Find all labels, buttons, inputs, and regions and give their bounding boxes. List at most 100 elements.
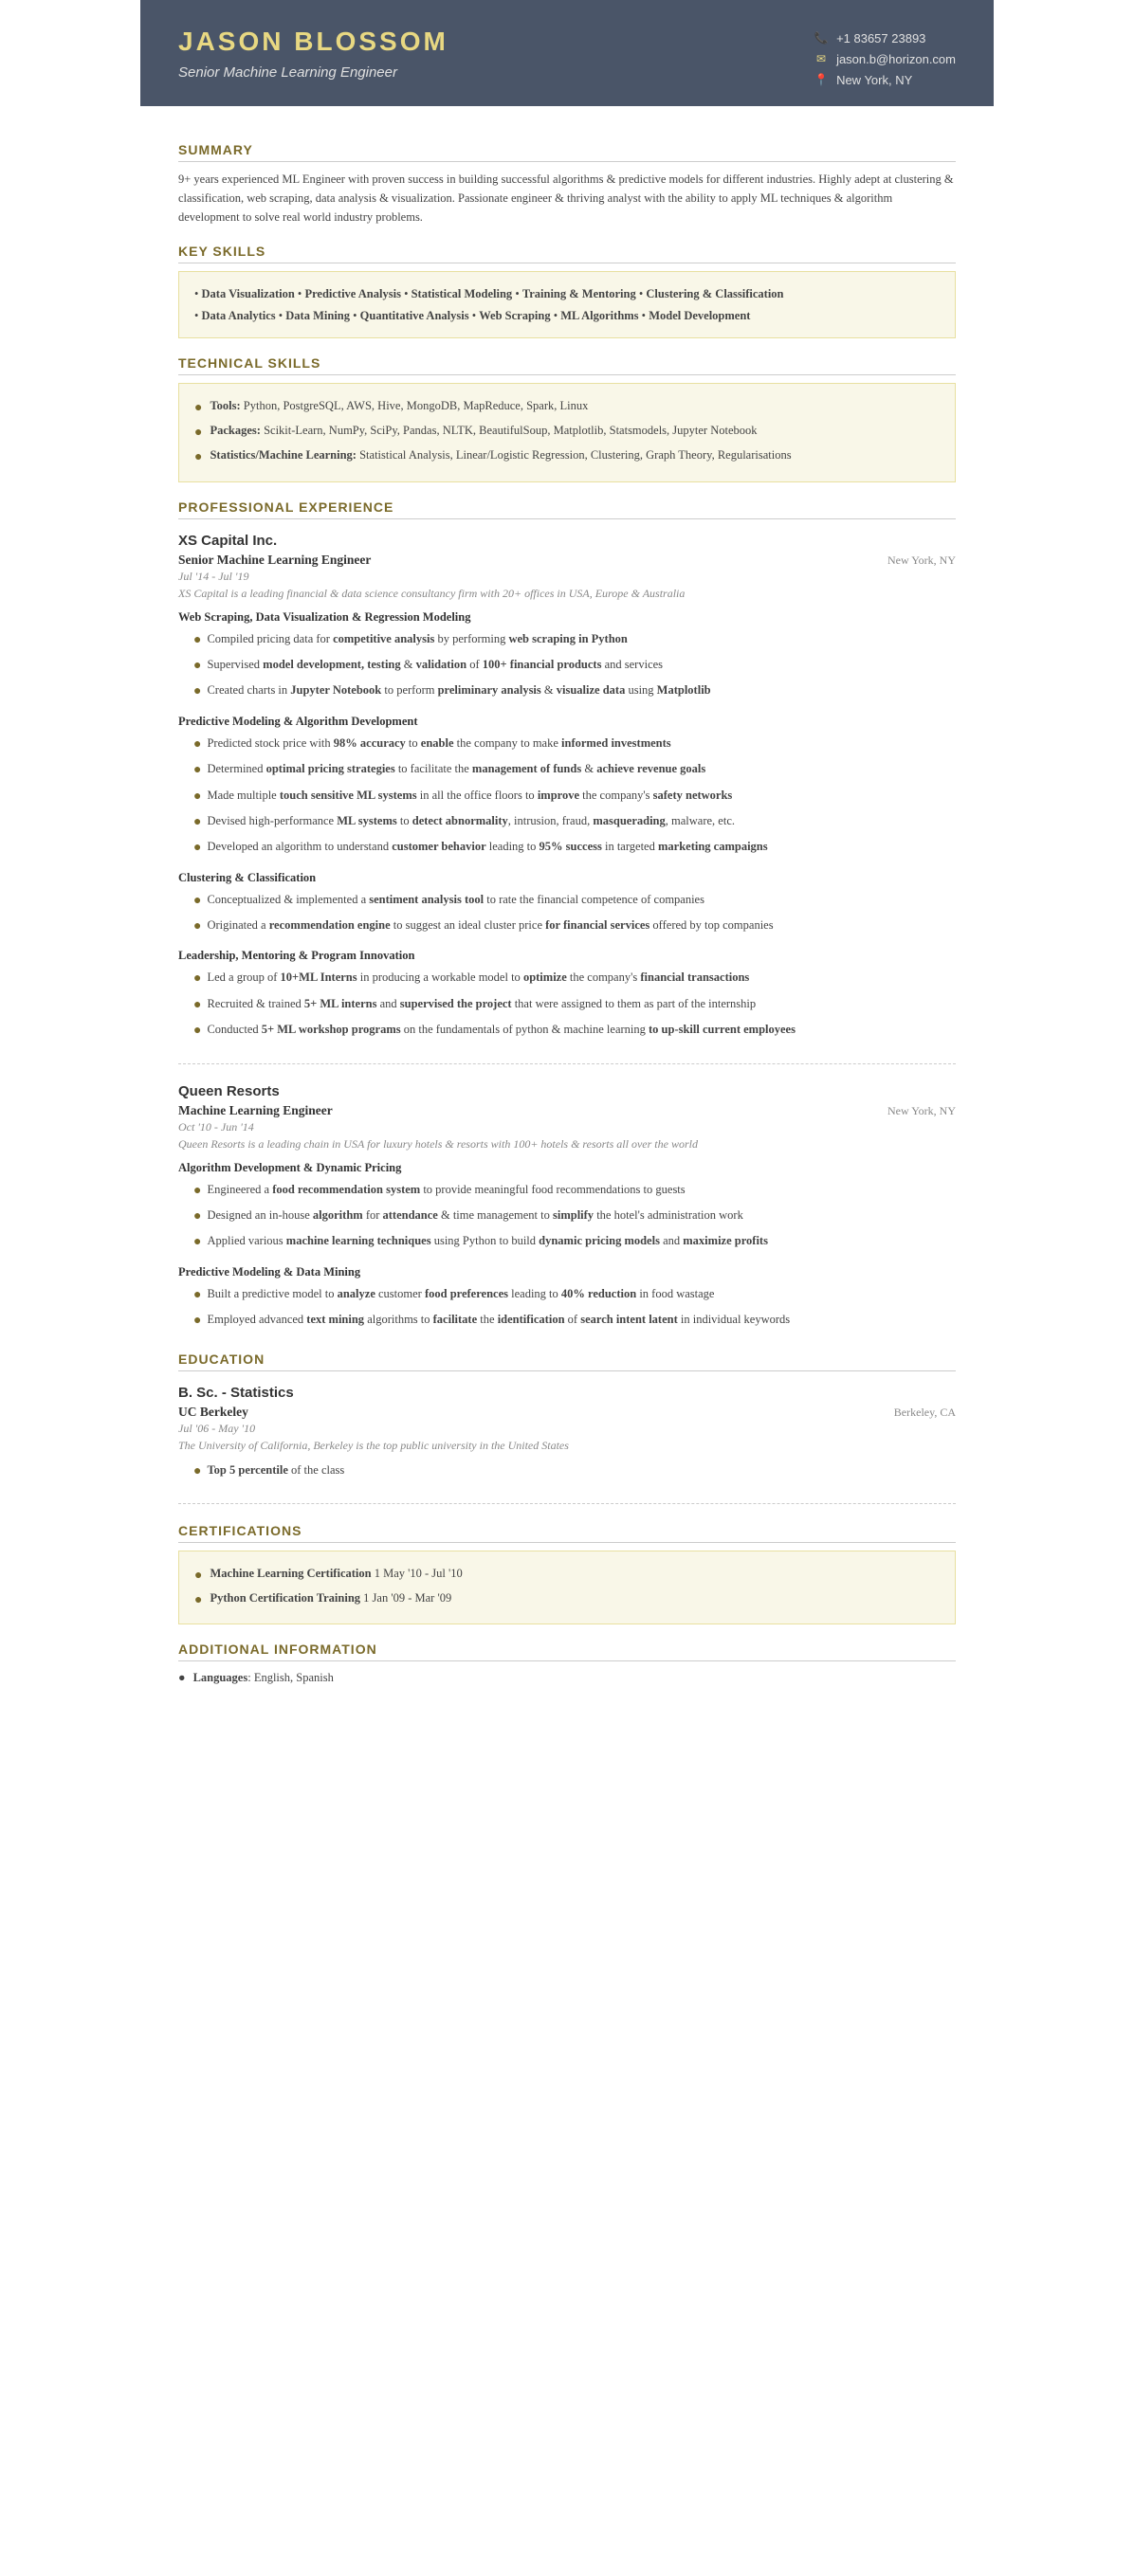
list-item: ●Made multiple touch sensitive ML system… [193,784,956,809]
list-item: ● Led a group of 10+ML Interns in produci… [193,966,956,991]
bullet-dot: ● [194,421,202,444]
additional-text: Languages: English, Spanish [193,1667,334,1689]
list-item: ● Built a predictive model to analyze cus… [193,1282,956,1308]
bullet-text: Top 5 percentile of the class [207,1460,344,1479]
degree-name: B. Sc. - Statistics [178,1385,956,1401]
list-item: ●Predicted stock price with 98% accuracy… [193,732,956,757]
company-name: XS Capital Inc. [178,533,956,549]
bullet-marker: ● [193,787,201,807]
skills-line-1-text: • Data Visualization • Predictive Analys… [194,287,784,300]
resume-header: JASON BLOSSOM Senior Machine Learning En… [140,0,994,106]
bullet-text: Conceptualized & implemented a sentiment… [207,890,704,909]
list-item: ●Top 5 percentile of the class [193,1459,956,1484]
job-title: Senior Machine Learning Engineer [178,553,371,568]
list-item: ●Determined optimal pricing strategies t… [193,757,956,783]
bullet-marker: ● [193,1285,201,1306]
summary-text: 9+ years experienced ML Engineer with pr… [178,170,956,227]
bullet-marker: ● [193,916,201,937]
job-divider [178,1063,956,1064]
bullet-text: Originated a recommendation engine to su… [207,916,773,934]
bullet-text: Compiled pricing data for competitive an… [207,629,627,648]
bullet-dot: ● [194,445,202,469]
bullet-text: Led a group of 10+ML Interns in producin… [207,968,749,987]
job-title: Machine Learning Engineer [178,1103,333,1118]
list-item: ● Originated a recommendation engine to s… [193,914,956,939]
list-item: ● Developed an algorithm to understand cu… [193,835,956,861]
job-bullet-list: ● Compiled pricing data for competitive a… [193,627,956,705]
bullet-dot: ● [194,396,202,420]
bullet-marker: ● [193,838,201,859]
tech-item-text: Statistics/Machine Learning: Statistical… [210,444,791,466]
bullet-marker: ● [193,760,201,781]
bullet-text: Developed an algorithm to understand cus… [207,837,767,856]
main-content: SUMMARY 9+ years experienced ML Engineer… [140,106,994,1717]
list-item: ● Conducted 5+ ML workshop programs on th… [193,1018,956,1043]
experience-section-title: PROFESSIONAL EXPERIENCE [178,499,956,519]
list-item: ● Employed advanced text mining algorithm… [193,1308,956,1333]
job-bullet-list: ● Conceptualized & implemented a sentimen… [193,888,956,940]
bullet-text: Employed advanced text mining algorithms… [207,1310,790,1329]
cert-text: Python Certification Training 1 Jan '09 … [210,1587,451,1609]
list-item: ●Supervised model development, testing &… [193,653,956,679]
bullet-text: Designed an in-house algorithm for atten… [207,1206,742,1225]
job-location: New York, NY [887,553,956,568]
job-description: Queen Resorts is a leading chain in USA … [178,1137,956,1152]
list-item: ●Designed an in-house algorithm for atte… [193,1204,956,1229]
bullet-marker: ● [193,812,201,833]
job-bullet-list: ● Built a predictive model to analyze cus… [193,1282,956,1334]
cert-item: ● Python Certification Training 1 Jan '0… [194,1587,940,1612]
job-bullet-list: ●Predicted stock price with 98% accuracy… [193,732,956,862]
additional-bullet: ● [178,1667,186,1689]
additional-item: ● Languages: English, Spanish [178,1667,956,1689]
bullet-marker: ● [193,656,201,677]
institution-name: UC Berkeley [178,1405,248,1420]
bullet-marker: ● [193,630,201,651]
job-location: New York, NY [887,1104,956,1118]
bullet-marker: ● [193,681,201,702]
company-name: Queen Resorts [178,1083,956,1099]
skills-line-2-text: • Data Analytics • Data Mining • Quantit… [194,309,750,322]
bullet-marker: ● [193,735,201,755]
list-item: ●Applied various machine learning techni… [193,1229,956,1255]
edu-description: The University of California, Berkeley i… [178,1439,956,1453]
bullet-marker: ● [193,969,201,989]
job-section-heading: Algorithm Development & Dynamic Pricing [178,1161,956,1175]
job-dates: Jul '14 - Jul '19 [178,570,956,584]
experience-container: XS Capital Inc. Senior Machine Learning … [178,533,956,1334]
cert-bullet: ● [194,1564,202,1587]
phone-value: +1 83657 23893 [836,31,925,45]
bullet-text: Conducted 5+ ML workshop programs on the… [207,1020,796,1039]
job-bullet-list: ●Engineered a food recommendation system… [193,1178,956,1256]
job-section-heading: Leadership, Mentoring & Program Innovati… [178,949,956,963]
list-item: ●Created charts in Jupyter Notebook to p… [193,679,956,704]
tech-skill-item: ● Tools: Python, PostgreSQL, AWS, Hive, … [194,395,940,420]
job-description: XS Capital is a leading financial & data… [178,587,956,601]
bullet-marker: ● [193,1021,201,1042]
bullet-marker: ● [193,1311,201,1332]
bullet-marker: ● [193,891,201,912]
job-section-heading: Web Scraping, Data Visualization & Regre… [178,610,956,625]
email-contact: ✉ jason.b@horizon.com [814,51,956,66]
header-contact: 📞 +1 83657 23893 ✉ jason.b@horizon.com 📍… [814,30,956,87]
phone-contact: 📞 +1 83657 23893 [814,30,925,45]
bullet-marker: ● [193,995,201,1016]
edu-dates: Jul '06 - May '10 [178,1422,956,1436]
tech-item-text: Tools: Python, PostgreSQL, AWS, Hive, Mo… [210,395,588,417]
skills-line-2: • Data Analytics • Data Mining • Quantit… [194,305,940,327]
candidate-name: JASON BLOSSOM [178,27,448,57]
location-value: New York, NY [836,73,912,87]
list-item: ●Engineered a food recommendation system… [193,1178,956,1204]
certifications-box: ● Machine Learning Certification 1 May '… [178,1551,956,1624]
phone-icon: 📞 [814,30,829,45]
list-item: ●Devised high-performance ML systems to … [193,809,956,835]
job-header: Machine Learning Engineer New York, NY [178,1103,956,1118]
edu-header: UC Berkeley Berkeley, CA [178,1405,956,1420]
bullet-text: Recruited & trained 5+ ML interns and su… [207,994,756,1013]
education-section-title: EDUCATION [178,1351,956,1371]
cert-text: Machine Learning Certification 1 May '10… [210,1563,462,1585]
tech-skills-section-title: TECHNICAL SKILLS [178,355,956,375]
edu-bullet-list: ●Top 5 percentile of the class [193,1459,956,1484]
bullet-text: Built a predictive model to analyze cust… [207,1284,714,1303]
job-section-heading: Predictive Modeling & Data Mining [178,1265,956,1279]
bullet-text: Engineered a food recommendation system … [207,1180,685,1199]
